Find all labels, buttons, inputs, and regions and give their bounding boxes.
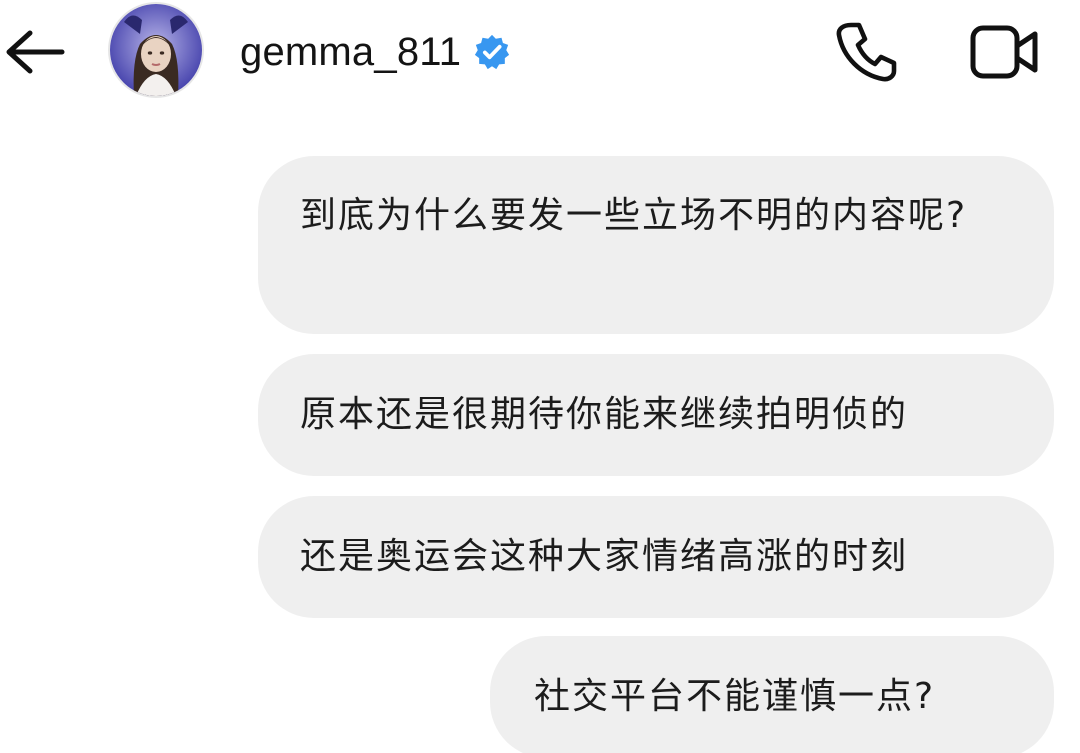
message-text: 到底为什么要发一些立场不明的内容呢? [300, 195, 968, 236]
chat-header: gemma_811 [0, 0, 1080, 110]
audio-call-button[interactable] [826, 14, 906, 90]
message-text: 社交平台不能谨慎一点? [534, 676, 936, 717]
video-camera-icon [970, 25, 1038, 79]
phone-icon [836, 22, 897, 82]
message-bubble[interactable]: 社交平台不能谨慎一点? [490, 636, 1054, 753]
avatar[interactable] [108, 2, 204, 98]
avatar-image [110, 4, 202, 96]
username-link[interactable]: gemma_811 [240, 22, 511, 82]
message-text: 原本还是很期待你能来继续拍明侦的 [300, 394, 909, 435]
video-call-button[interactable] [960, 14, 1050, 90]
arrow-left-icon [6, 30, 65, 74]
dm-thread-screen: gemma_811 到底为什么要发一些立场不明的内容呢? 原本还是很期待你能来继… [0, 0, 1080, 753]
message-bubble[interactable]: 到底为什么要发一些立场不明的内容呢? [258, 156, 1054, 334]
back-button[interactable] [0, 20, 70, 84]
username: gemma_811 [240, 29, 462, 74]
message-bubble[interactable]: 原本还是很期待你能来继续拍明侦的 [258, 354, 1054, 476]
message-bubble[interactable]: 还是奥运会这种大家情绪高涨的时刻 [258, 496, 1054, 618]
message-text: 还是奥运会这种大家情绪高涨的时刻 [300, 536, 909, 577]
verified-badge-icon [473, 33, 511, 71]
